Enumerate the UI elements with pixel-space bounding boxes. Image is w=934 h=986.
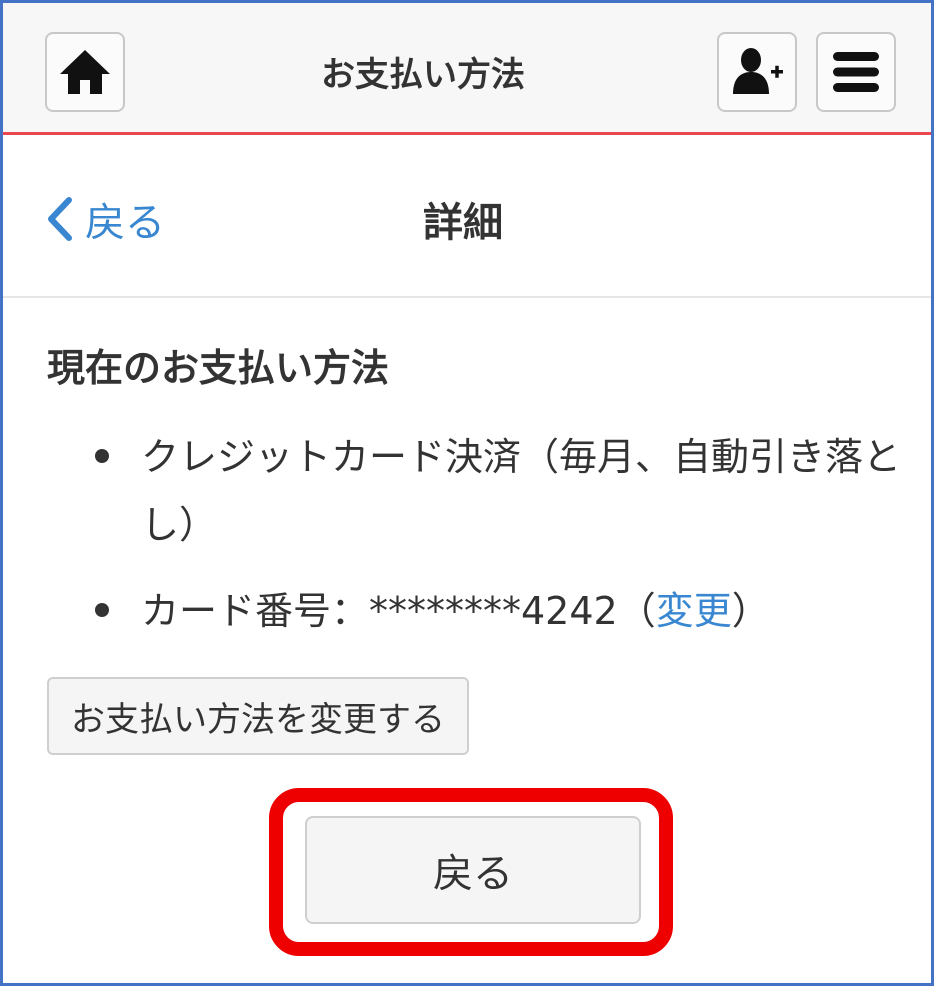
card-number-text: カード番号：********4242 [141, 589, 618, 633]
page-title: お支払い方法 [321, 55, 525, 95]
back-button[interactable]: 戻る [305, 816, 641, 924]
app-frame: お支払い方法 戻る 詳細 現在のお支払い方法 クレジットカード決済（毎月、自動引… [0, 0, 934, 986]
bullet-icon [95, 449, 109, 463]
section-title: 現在のお支払い方法 [47, 346, 390, 390]
change-payment-method-button[interactable]: お支払い方法を変更する [47, 677, 469, 755]
home-button[interactable] [45, 32, 125, 112]
home-icon [60, 50, 110, 94]
back-link[interactable]: 戻る [45, 190, 165, 248]
add-user-button[interactable] [717, 32, 797, 112]
payment-method-text: クレジットカード決済（毎月、自動引き落とし） [141, 435, 902, 547]
open-paren: （ [617, 589, 656, 633]
back-link-label: 戻る [85, 200, 165, 246]
detail-title: 詳細 [423, 200, 503, 246]
detail-subheader: 戻る 詳細 [3, 138, 931, 298]
hamburger-menu-icon [833, 52, 879, 92]
top-header: お支払い方法 [3, 3, 931, 135]
close-paren: ） [731, 589, 770, 633]
bullet-icon [95, 603, 109, 617]
menu-button[interactable] [816, 32, 896, 112]
change-card-link[interactable]: 変更 [656, 589, 732, 633]
list-item: カード番号：********4242（変更） [91, 577, 911, 645]
user-add-icon [733, 48, 783, 94]
list-item: クレジットカード決済（毎月、自動引き落とし） [91, 423, 911, 559]
chevron-left-icon [48, 197, 72, 241]
payment-info-list: クレジットカード決済（毎月、自動引き落とし） カード番号：********424… [91, 423, 911, 645]
